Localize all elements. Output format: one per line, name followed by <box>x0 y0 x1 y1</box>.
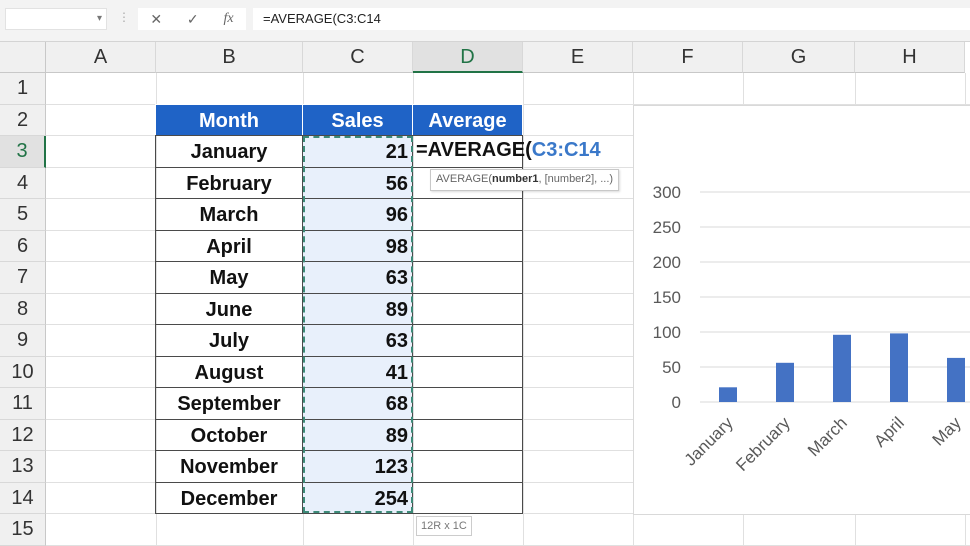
chart[interactable]: 0 50 100 150 200 250 300 January February March Ap… <box>633 105 970 515</box>
y-tick-label: 250 <box>653 218 681 237</box>
formula-range-reference: C3:C14 <box>531 139 601 161</box>
column-header-B[interactable]: B <box>156 42 303 73</box>
x-tick-label: March <box>804 413 851 460</box>
row-header-7[interactable]: 7 <box>0 262 46 294</box>
column-header-D[interactable]: D <box>413 42 523 73</box>
column-header-F[interactable]: F <box>633 42 743 73</box>
month-cell[interactable]: November <box>155 450 303 483</box>
row-header-11[interactable]: 11 <box>0 388 46 420</box>
tooltip-arg-current: number1 <box>492 173 539 185</box>
chart-svg: 0 50 100 150 200 250 300 JanuaryFebruary March Ap… <box>653 183 970 475</box>
gridline <box>46 544 970 546</box>
function-tooltip: AVERAGE(number1, [number2], ...) <box>430 169 620 191</box>
y-tick-label: 100 <box>653 323 681 342</box>
row-header-12[interactable]: 12 <box>0 419 46 451</box>
month-cell[interactable]: September <box>155 387 303 420</box>
average-cell[interactable] <box>412 229 523 262</box>
x-tick-label: April <box>870 413 907 450</box>
y-tick-label: 50 <box>662 358 681 377</box>
average-cell[interactable] <box>412 324 523 357</box>
average-cell[interactable] <box>412 481 523 514</box>
month-cell[interactable]: March <box>155 198 303 231</box>
average-cell[interactable] <box>412 450 523 483</box>
select-all-button[interactable] <box>0 42 46 73</box>
row-header-3[interactable]: 3 <box>0 136 46 168</box>
row-header-1[interactable]: 1 <box>0 73 46 105</box>
grip-icon: ⋮ <box>118 10 130 24</box>
table-header-sales[interactable]: Sales <box>302 103 413 136</box>
range-marquee <box>303 136 413 513</box>
cancel-icon[interactable]: ✕ <box>150 11 162 28</box>
month-cell[interactable]: May <box>155 261 303 294</box>
bar-may[interactable] <box>947 357 965 402</box>
row-header-5[interactable]: 5 <box>0 199 46 231</box>
column-header-A[interactable]: A <box>46 42 156 73</box>
row-header-13[interactable]: 13 <box>0 451 46 483</box>
average-cell[interactable] <box>412 198 523 231</box>
row-header-15[interactable]: 15 <box>0 514 46 546</box>
formula-bar-area: ▾ ⋮ ✕ ✓ fx =AVERAGE(C3:C14 <box>0 0 970 42</box>
row-header-10[interactable]: 10 <box>0 356 46 388</box>
name-box[interactable]: ▾ <box>5 8 107 30</box>
formula-buttons: ✕ ✓ fx <box>138 8 246 30</box>
bar-april[interactable] <box>890 333 908 402</box>
average-cell[interactable] <box>412 261 523 294</box>
row-header-8[interactable]: 8 <box>0 293 46 325</box>
month-cell[interactable]: April <box>155 229 303 262</box>
chevron-down-icon: ▾ <box>96 13 102 24</box>
month-cell[interactable]: January <box>155 135 303 168</box>
average-cell[interactable] <box>412 292 523 325</box>
column-header-G[interactable]: G <box>743 42 855 73</box>
insert-function-icon[interactable]: fx <box>223 11 233 27</box>
average-cell[interactable] <box>412 355 523 388</box>
bar-february[interactable] <box>776 362 794 402</box>
selection-size-tooltip: 12R x 1C <box>416 516 472 536</box>
row-header-9[interactable]: 9 <box>0 325 46 357</box>
check-icon[interactable]: ✓ <box>187 11 199 28</box>
average-cell[interactable] <box>412 387 523 420</box>
row-header-6[interactable]: 6 <box>0 230 46 262</box>
row-header-2[interactable]: 2 <box>0 104 46 136</box>
month-cell[interactable]: July <box>155 324 303 357</box>
column-header-H[interactable]: H <box>855 42 965 73</box>
y-tick-label: 200 <box>653 253 681 272</box>
table-header-month[interactable]: Month <box>155 103 303 136</box>
cell-edit-formula[interactable]: =AVERAGE(C3:C14 <box>416 139 601 162</box>
y-tick-label: 150 <box>653 288 681 307</box>
bar-march[interactable] <box>833 334 851 402</box>
x-tick-label: February <box>732 413 794 475</box>
average-cell[interactable] <box>412 418 523 451</box>
month-cell[interactable]: February <box>155 166 303 199</box>
month-cell[interactable]: October <box>155 418 303 451</box>
y-tick-label: 0 <box>672 393 681 412</box>
x-tick-label: January <box>681 413 738 470</box>
month-cell[interactable]: August <box>155 355 303 388</box>
tooltip-args-rest: , [number2], ...) <box>538 173 614 185</box>
row-header-4[interactable]: 4 <box>0 167 46 199</box>
table-header-average[interactable]: Average <box>412 103 523 136</box>
x-tick-label: May <box>929 413 965 449</box>
column-header-C[interactable]: C <box>303 42 413 73</box>
bar-january[interactable] <box>719 387 737 402</box>
month-cell[interactable]: December <box>155 481 303 514</box>
tooltip-function[interactable]: AVERAGE( <box>436 173 492 185</box>
row-header-14[interactable]: 14 <box>0 482 46 514</box>
month-cell[interactable]: June <box>155 292 303 325</box>
column-header-E[interactable]: E <box>523 42 633 73</box>
formula-function-text: =AVERAGE( <box>416 139 532 161</box>
y-tick-label: 300 <box>653 183 681 202</box>
formula-input[interactable]: =AVERAGE(C3:C14 <box>253 8 970 30</box>
